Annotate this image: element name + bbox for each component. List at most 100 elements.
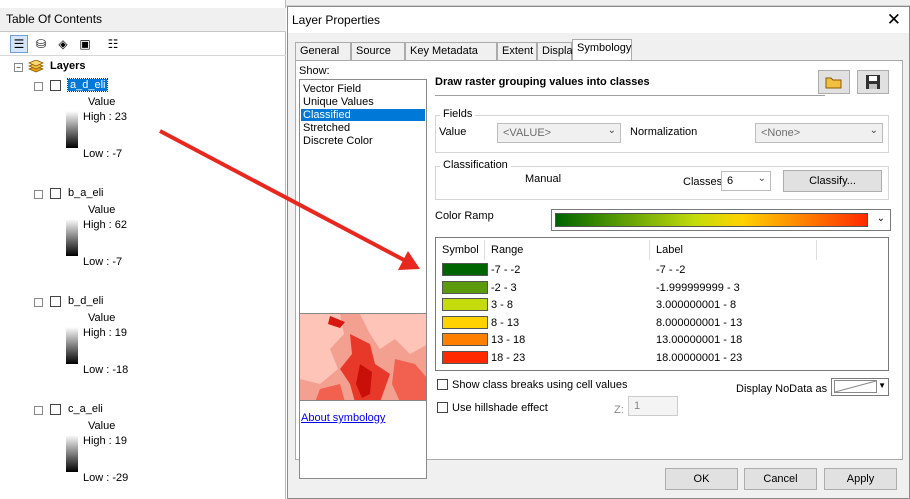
class-swatch[interactable] [442, 315, 488, 329]
class-range[interactable]: -2 - 3 [491, 282, 517, 294]
tab-display[interactable]: Display [537, 42, 578, 60]
layers-icon [27, 59, 45, 74]
collapse-icon[interactable] [34, 298, 43, 307]
nodata-color-select[interactable]: ▼ [831, 378, 889, 396]
classification-label: Classification [440, 159, 511, 171]
class-label[interactable]: -7 - -2 [656, 264, 685, 276]
z-label: Z: [614, 404, 624, 416]
value-field-select[interactable]: <VALUE> ⌄ [497, 123, 621, 143]
ok-button[interactable]: OK [665, 468, 738, 490]
collapse-icon[interactable] [34, 406, 43, 415]
tab-symbology[interactable]: Symbology [572, 39, 632, 61]
show-label: Show: [299, 65, 330, 77]
tab-source[interactable]: Source [351, 42, 405, 60]
apply-button[interactable]: Apply [824, 468, 897, 490]
tab-general[interactable]: General [295, 42, 351, 60]
layers-root-label: Layers [50, 60, 86, 72]
layer-name[interactable]: b_a_eli [68, 187, 103, 199]
class-swatch[interactable] [442, 298, 488, 311]
renderer-heading: Draw raster grouping values into classes [435, 76, 825, 96]
range-header[interactable]: Range [491, 244, 523, 256]
class-label[interactable]: 8.000000001 - 13 [656, 317, 742, 329]
class-range[interactable]: 18 - 23 [491, 352, 525, 364]
color-ramp-select[interactable]: ⌄ [551, 209, 891, 231]
dialog-title: Layer Properties [288, 7, 909, 33]
class-label[interactable]: 13.00000001 - 18 [656, 334, 742, 346]
toc-toolbar: ☰ ⛁ ◈ ▣ ☷ [0, 32, 286, 56]
legend-ramp [66, 435, 78, 472]
value-label: Value [439, 126, 467, 138]
list-by-drawing-order-icon[interactable]: ☰ [10, 35, 28, 53]
layer-visibility-checkbox[interactable] [50, 296, 61, 307]
column-divider [484, 240, 485, 260]
legend-low-label: Low : -7 [83, 256, 123, 268]
layer-visibility-checkbox[interactable] [50, 188, 61, 199]
table-of-contents: Table Of Contents ☰ ⛁ ◈ ▣ ☷ − Layers a_d… [0, 0, 286, 499]
value-field-text: <VALUE> [503, 127, 552, 139]
nodata-label: Display NoData as [736, 383, 828, 395]
list-by-selection-icon[interactable]: ▣ [76, 35, 94, 53]
legend-field-label: Value [88, 420, 116, 432]
list-by-visibility-icon[interactable]: ◈ [54, 35, 72, 53]
class-range[interactable]: -7 - -2 [491, 264, 520, 276]
hillshade-checkbox[interactable] [437, 402, 448, 413]
layer-properties-dialog: Layer Properties ✕ General Source Key Meta… [287, 6, 910, 499]
show-item-unique-values[interactable]: Unique Values [301, 96, 425, 108]
collapse-icon[interactable]: − [14, 63, 23, 72]
save-icon[interactable] [857, 70, 889, 94]
cancel-button[interactable]: Cancel [744, 468, 817, 490]
legend-low-label: Low : -7 [83, 148, 123, 160]
class-swatch[interactable] [442, 350, 488, 364]
class-label[interactable]: 18.00000001 - 23 [656, 352, 742, 364]
class-range[interactable]: 8 - 13 [491, 317, 519, 329]
show-breaks-checkbox[interactable] [437, 379, 448, 390]
list-by-source-icon[interactable]: ⛁ [32, 35, 50, 53]
class-label[interactable]: -1.999999999 - 3 [656, 282, 740, 294]
class-swatch[interactable] [442, 280, 488, 294]
layer-name[interactable]: c_a_eli [68, 403, 103, 415]
layer-name[interactable]: b_d_eli [68, 295, 103, 307]
chevron-down-icon: ⌄ [876, 213, 885, 224]
chevron-down-icon: ⌄ [869, 125, 878, 136]
collapse-icon[interactable] [34, 190, 43, 199]
legend-ramp [66, 327, 78, 364]
show-item-discrete-color[interactable]: Discrete Color [301, 135, 425, 147]
legend-ramp [66, 111, 78, 148]
normalization-select[interactable]: <None> ⌄ [755, 123, 883, 143]
z-factor-input[interactable]: 1 [628, 396, 678, 416]
class-swatch[interactable] [442, 333, 488, 346]
dropdown-arrow-icon: ▼ [878, 381, 886, 390]
classification-method: Manual [525, 173, 562, 185]
show-item-vector-field[interactable]: Vector Field [301, 83, 425, 95]
symbol-header[interactable]: Symbol [442, 244, 479, 256]
about-symbology-link[interactable]: About symbology [301, 412, 385, 424]
legend-high-label: High : 19 [83, 435, 128, 447]
layer-visibility-checkbox[interactable] [50, 80, 61, 91]
classes-text: 6 [727, 175, 734, 187]
tab-key-metadata[interactable]: Key Metadata [405, 42, 497, 60]
classes-select[interactable]: 6 ⌄ [721, 171, 771, 191]
layer-name[interactable]: a_d_eli [66, 78, 109, 92]
legend-high-label: High : 62 [83, 219, 128, 231]
class-range[interactable]: 13 - 18 [491, 334, 525, 346]
normalization-text: <None> [761, 127, 801, 139]
column-divider [649, 240, 650, 260]
column-divider [816, 240, 817, 260]
show-item-classified[interactable]: Classified [301, 109, 425, 121]
close-icon[interactable]: ✕ [887, 10, 901, 30]
tab-extent[interactable]: Extent [497, 42, 537, 60]
legend-field-label: Value [88, 96, 116, 108]
class-swatch[interactable] [442, 263, 488, 276]
layer-visibility-checkbox[interactable] [50, 404, 61, 415]
classify-button[interactable]: Classify... [783, 170, 882, 192]
show-item-stretched[interactable]: Stretched [301, 122, 425, 134]
collapse-icon[interactable] [34, 82, 43, 91]
options-icon[interactable]: ☷ [104, 35, 122, 53]
label-header[interactable]: Label [656, 244, 683, 256]
open-folder-button[interactable] [818, 70, 850, 94]
class-range[interactable]: 3 - 8 [491, 299, 513, 311]
class-table: Symbol Range Label -7 - -2 -7 - -2 -2 - 3 -… [435, 237, 889, 371]
class-label[interactable]: 3.000000001 - 8 [656, 299, 736, 311]
legend-high-label: High : 23 [83, 111, 128, 123]
show-breaks-label: Show class breaks using cell values [452, 379, 628, 391]
